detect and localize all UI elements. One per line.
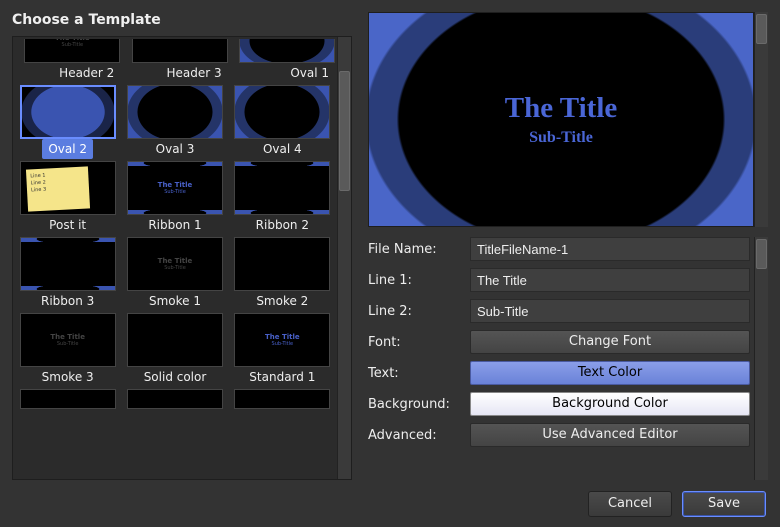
template-cell-more[interactable] [122, 389, 227, 409]
change-font-button[interactable]: Change Font [470, 330, 750, 354]
preview-subtitle: Sub-Title [529, 129, 593, 147]
template-cell-more[interactable] [230, 389, 335, 409]
template-cell-header2[interactable]: The TitleSub-Title Header 2 [15, 39, 120, 83]
template-label: Post it [43, 215, 92, 235]
preview-scrollbar[interactable] [754, 12, 768, 227]
template-label: Standard 1 [243, 367, 321, 387]
property-form: File Name: Line 1: Line 2: Font: Change … [368, 237, 754, 480]
filename-label: File Name: [368, 242, 460, 257]
gallery-scrollbar[interactable] [337, 37, 351, 479]
background-label: Background: [368, 397, 460, 412]
template-label: Ribbon 3 [35, 291, 100, 311]
template-label: Oval 3 [150, 139, 201, 159]
font-label: Font: [368, 335, 460, 350]
template-cell-oval3[interactable]: The TitleSub-Title Oval 3 [122, 85, 227, 159]
template-cell-smoke3[interactable]: The TitleSub-Title Smoke 3 [15, 313, 120, 387]
template-cell-smoke2[interactable]: Smoke 2 [230, 237, 335, 311]
cancel-button[interactable]: Cancel [588, 491, 672, 517]
template-cell-more[interactable] [15, 389, 120, 409]
filename-field[interactable] [470, 237, 750, 261]
advanced-label: Advanced: [368, 428, 460, 443]
template-label: Ribbon 2 [250, 215, 315, 235]
line1-label: Line 1: [368, 273, 460, 288]
template-label: Header 3 [161, 63, 228, 83]
template-cell-header3[interactable]: Header 3 [122, 39, 227, 83]
template-cell-solid[interactable]: Solid color [122, 313, 227, 387]
advanced-editor-button[interactable]: Use Advanced Editor [470, 423, 750, 447]
scrollbar-thumb[interactable] [756, 239, 767, 269]
template-label: Header 2 [53, 63, 120, 83]
template-label: Ribbon 1 [142, 215, 207, 235]
template-gallery[interactable]: The TitleSub-Title Header 2 Header 3 Ova… [13, 37, 337, 479]
template-cell-ribbon1[interactable]: The TitleSub-Title Ribbon 1 [122, 161, 227, 235]
template-label: Oval 4 [257, 139, 308, 159]
line2-field[interactable] [470, 299, 750, 323]
template-label: Smoke 1 [143, 291, 207, 311]
scrollbar-thumb[interactable] [339, 71, 350, 191]
scrollbar-thumb[interactable] [756, 14, 767, 44]
form-scrollbar[interactable] [754, 237, 768, 480]
template-label: Solid color [138, 367, 213, 387]
template-label: Oval 2 [42, 139, 93, 159]
save-button[interactable]: Save [682, 491, 766, 517]
line2-label: Line 2: [368, 304, 460, 319]
text-color-button[interactable]: Text Color [470, 361, 750, 385]
line1-field[interactable] [470, 268, 750, 292]
background-color-button[interactable]: Background Color [470, 392, 750, 416]
template-cell-oval1[interactable]: Oval 1 [230, 39, 335, 83]
template-cell-standard1[interactable]: The TitleSub-Title Standard 1 [230, 313, 335, 387]
template-cell-smoke1[interactable]: The TitleSub-Title Smoke 1 [122, 237, 227, 311]
template-cell-oval4[interactable]: The TitleSub-Title Oval 4 [230, 85, 335, 159]
template-cell-ribbon2[interactable]: Ribbon 2 [230, 161, 335, 235]
template-cell-oval2[interactable]: The TitleSub-Title Oval 2 [15, 85, 120, 159]
template-cell-postit[interactable]: Line 1Line 2Line 3 Post it [15, 161, 120, 235]
template-label: Smoke 3 [36, 367, 100, 387]
template-preview: The Title Sub-Title [368, 12, 754, 227]
template-label: Oval 1 [284, 63, 335, 83]
template-cell-ribbon3[interactable]: Ribbon 3 [15, 237, 120, 311]
preview-title: The Title [505, 92, 618, 125]
text-label: Text: [368, 366, 460, 381]
choose-template-heading: Choose a Template [12, 12, 352, 28]
template-label: Smoke 2 [250, 291, 314, 311]
